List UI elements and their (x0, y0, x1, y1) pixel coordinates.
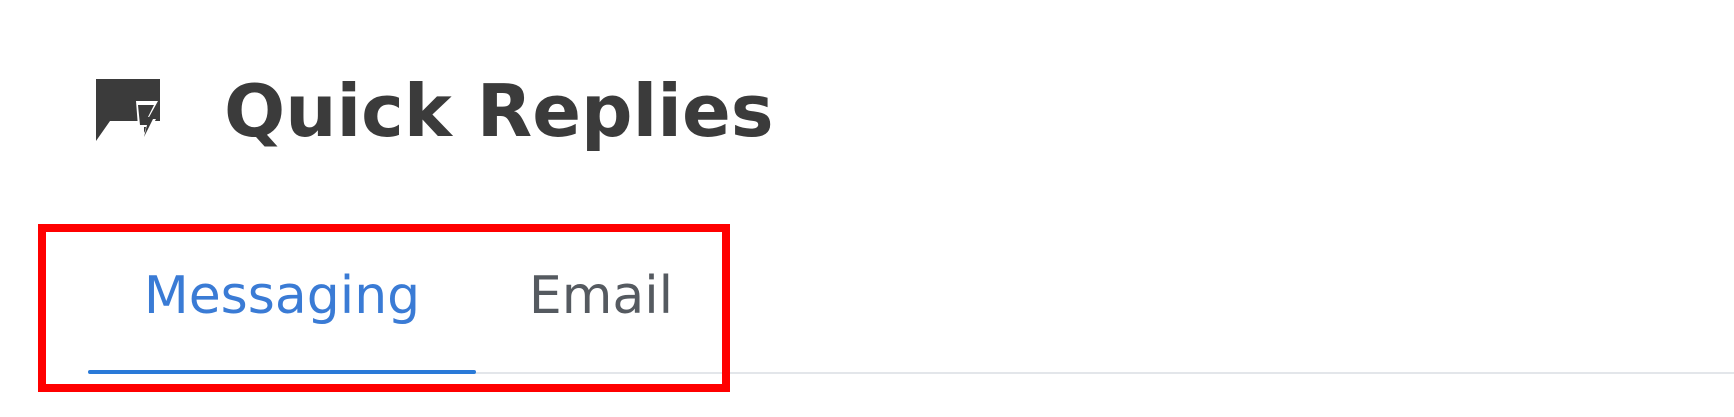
quick-reply-icon (92, 75, 164, 147)
highlight-box (38, 224, 730, 392)
page-header: Quick Replies (92, 56, 774, 166)
page-title: Quick Replies (224, 69, 774, 153)
